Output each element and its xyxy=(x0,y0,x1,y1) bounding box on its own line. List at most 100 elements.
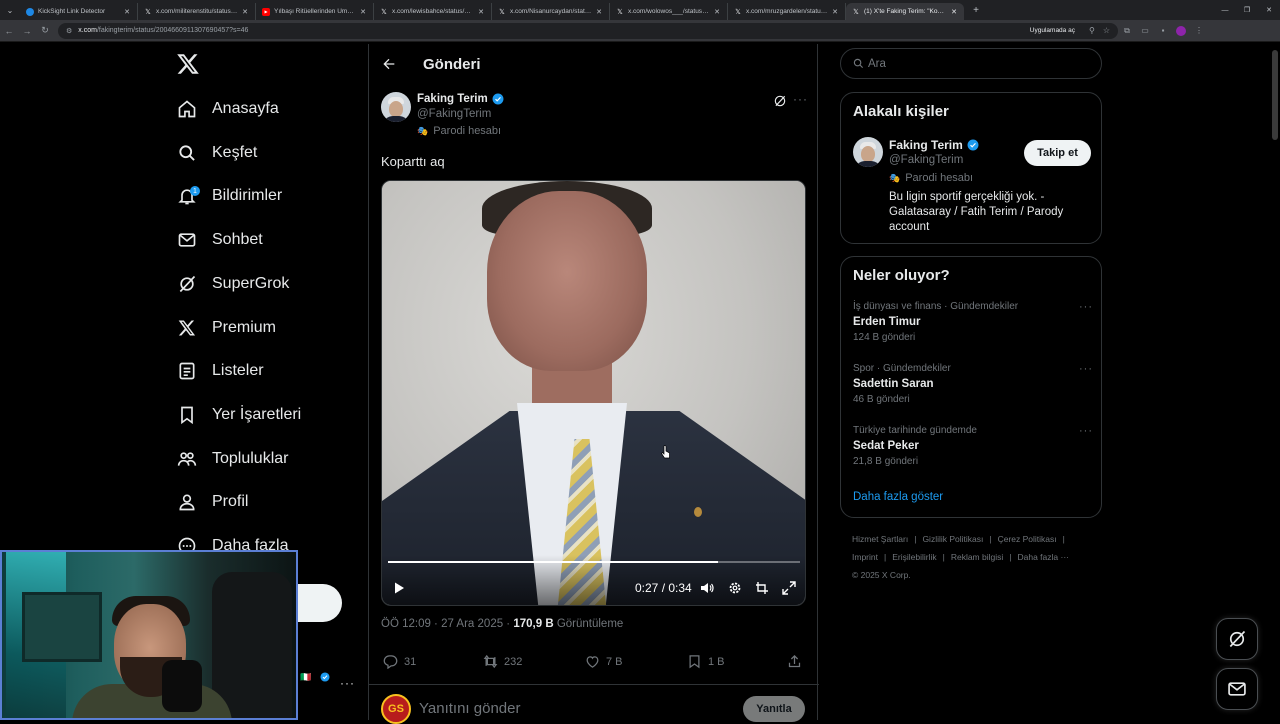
browser-tab[interactable]: 𝕏x.com/Nisanurcaydan/status/20...✕ xyxy=(492,3,610,20)
footer-link[interactable]: Imprint xyxy=(852,552,878,562)
trend-more-icon[interactable]: ··· xyxy=(1079,425,1093,437)
footer-link[interactable]: Gizlilik Politikası xyxy=(922,534,983,544)
follow-button[interactable]: Takip et xyxy=(1024,140,1091,166)
account-menu-icon[interactable]: ··· xyxy=(340,676,355,690)
volume-icon[interactable] xyxy=(700,581,714,595)
author-avatar[interactable] xyxy=(381,92,411,122)
pip-icon[interactable] xyxy=(755,581,769,595)
reload-icon[interactable]: ↻ xyxy=(36,25,54,36)
nav-item-yer-i-aretleri[interactable]: Yer İşaretleri xyxy=(176,400,301,430)
trends-title: Neler oluyor? xyxy=(853,267,950,284)
more-icon[interactable]: ··· xyxy=(793,92,808,106)
footer-link[interactable]: Hizmet Şartları xyxy=(852,534,908,544)
extensions-icon[interactable]: ⧉ xyxy=(1118,26,1136,36)
bookmark-button[interactable]: 1 B xyxy=(687,654,725,669)
tab-close-icon[interactable]: ✕ xyxy=(359,8,367,16)
settings-gear-icon[interactable] xyxy=(728,581,742,595)
related-name[interactable]: Faking Terim xyxy=(889,138,979,152)
browser-tab[interactable]: 𝕏x.com/lewisbahce/status/20043...✕ xyxy=(374,3,492,20)
related-avatar[interactable] xyxy=(853,137,883,167)
browser-tab[interactable]: 𝕏x.com/mruzgardelen/status/20...✕ xyxy=(728,3,846,20)
related-handle[interactable]: @FakingTerim xyxy=(889,154,963,166)
trend-item[interactable]: Spor · Gündemdekiler Sadettin Saran 46 B g… xyxy=(853,363,1093,415)
nav-item-sohbet[interactable]: Sohbet xyxy=(176,225,263,255)
list-icon xyxy=(176,360,198,382)
fullscreen-icon[interactable] xyxy=(782,581,796,595)
nav-item-supergrok[interactable]: SuperGrok xyxy=(176,269,289,299)
x-logo-icon[interactable] xyxy=(176,52,200,76)
browser-menu-icon[interactable]: ⋮ xyxy=(1190,26,1208,35)
tab-close-icon[interactable]: ✕ xyxy=(595,8,603,16)
nav-item-profil[interactable]: Profil xyxy=(176,487,248,517)
trend-item[interactable]: İş dünyası ve finans · Gündemdekiler Erde… xyxy=(853,301,1093,353)
author-handle[interactable]: @FakingTerim xyxy=(417,108,491,120)
parody-label: 🎭 Parodi hesabı xyxy=(417,125,501,137)
reply-submit-button[interactable]: Yanıtla xyxy=(743,696,805,722)
like-button[interactable]: 7 B xyxy=(585,654,623,669)
tab-close-icon[interactable]: ✕ xyxy=(831,8,839,16)
open-in-app-button[interactable]: Uygulamada aç xyxy=(1024,27,1081,34)
footer-link[interactable]: Daha fazla ··· xyxy=(1017,552,1069,562)
nav-item-ke-fet[interactable]: Keşfet xyxy=(176,138,257,168)
tab-close-icon[interactable]: ✕ xyxy=(713,8,721,16)
parody-mask-icon: 🎭 xyxy=(417,125,429,136)
nav-item-listeler[interactable]: Listeler xyxy=(176,356,264,386)
tab-close-icon[interactable]: ✕ xyxy=(477,8,485,16)
share-button[interactable] xyxy=(787,654,808,669)
footer-link[interactable]: Reklam bilgisi xyxy=(951,552,1003,562)
nav-label: SuperGrok xyxy=(212,274,290,292)
trend-name: Sadettin Saran xyxy=(853,378,934,390)
browser-tab[interactable]: 𝕏 (1) X'te Faking Terim: "Kopa... ✕ xyxy=(846,3,964,20)
forward-icon[interactable]: → xyxy=(18,26,36,36)
footer-link[interactable]: Çerez Politikası xyxy=(998,534,1057,544)
trend-item[interactable]: Türkiye tarihinde gündemde Sedat Peker 21,… xyxy=(853,425,1093,477)
reply-input[interactable]: Yanıtını gönder xyxy=(419,700,520,717)
extension-badge-icon[interactable]: ▪ xyxy=(1154,26,1172,35)
messages-fab-button[interactable] xyxy=(1216,668,1258,710)
browser-tab[interactable]: 𝕏x.com/militerenstitu/status/20... ✕ xyxy=(138,3,256,20)
close-window-icon[interactable]: ✕ xyxy=(1258,6,1280,14)
trend-more-icon[interactable]: ··· xyxy=(1079,301,1093,313)
page-scrollbar[interactable] xyxy=(1272,44,1278,720)
nav-item-premium[interactable]: Premium xyxy=(176,313,276,343)
trend-more-icon[interactable]: ··· xyxy=(1079,363,1093,375)
scroll-thumb[interactable] xyxy=(1272,50,1278,140)
bookmark-star-icon[interactable]: ☆ xyxy=(1103,26,1110,35)
sidebar-icon[interactable]: ▭ xyxy=(1136,26,1154,35)
restore-icon[interactable]: ❐ xyxy=(1236,6,1258,14)
post-timestamp[interactable]: ÖÖ 12:09 · 27 Ara 2025 · xyxy=(381,618,513,630)
search-input[interactable]: Ara xyxy=(840,48,1102,79)
video-player[interactable]: 0:27 / 0:34 xyxy=(381,180,806,606)
nav-item-bildirimler[interactable]: 1 Bildirimler xyxy=(176,181,282,211)
reply-button[interactable]: 31 xyxy=(383,654,416,669)
tab-search-icon[interactable]: ⌄ xyxy=(0,0,20,20)
new-tab-button[interactable]: + xyxy=(968,5,984,16)
browser-tab[interactable]: 𝕏x.com/wolowos___/status/2004...✕ xyxy=(610,3,728,20)
minimize-icon[interactable]: — xyxy=(1214,7,1236,14)
flag-icon: 🇮🇹 xyxy=(300,672,312,682)
trend-category: İş dünyası ve finans · Gündemdekiler xyxy=(853,301,1019,312)
browser-tab[interactable]: KickSight Link Detector ✕ xyxy=(20,3,138,20)
url-input[interactable]: ⚙ x.com /fakingterim/status/200466091130… xyxy=(58,22,1118,39)
browser-tab[interactable]: ▶ Yılbaşı Ritüellerinden Umutsuzluğ...✕ xyxy=(256,3,374,20)
grok-icon[interactable] xyxy=(773,94,787,108)
back-arrow-icon[interactable] xyxy=(381,56,397,72)
tab-close-icon[interactable]: ✕ xyxy=(241,8,249,16)
x-logo-icon xyxy=(176,317,198,339)
show-more-link[interactable]: Daha fazla göster xyxy=(853,491,943,503)
author-name[interactable]: Faking Terim xyxy=(417,93,504,105)
profile-avatar[interactable] xyxy=(1176,25,1186,36)
footer-link[interactable]: Erişilebilirlik xyxy=(892,552,936,562)
tab-close-icon[interactable]: ✕ xyxy=(123,8,131,16)
tab-close-icon[interactable]: ✕ xyxy=(950,8,958,16)
webcam-overlay xyxy=(0,550,298,720)
nav-item-anasayfa[interactable]: Anasayfa xyxy=(176,94,279,124)
grok-fab-button[interactable] xyxy=(1216,618,1258,660)
repost-button[interactable]: 232 xyxy=(483,654,522,669)
back-icon[interactable]: ← xyxy=(0,26,18,36)
video-progress-bar[interactable] xyxy=(388,561,800,563)
play-icon[interactable] xyxy=(392,581,406,595)
site-info-icon[interactable]: ⚙ xyxy=(66,27,72,35)
zoom-icon[interactable]: ⚲ xyxy=(1089,26,1095,35)
nav-item-topluluklar[interactable]: Topluluklar xyxy=(176,444,288,474)
